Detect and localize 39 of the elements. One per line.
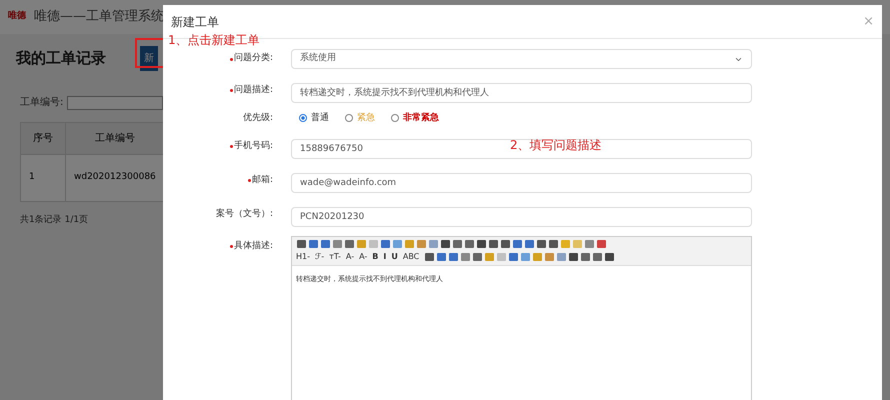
input-field[interactable]: 转档递交时，系统提示找不到代理机构和代理人 [291, 82, 752, 102]
toolbar-button[interactable]: I [383, 251, 386, 263]
new-button[interactable]: 新 [140, 46, 158, 71]
field-label: 具体描述: [234, 240, 273, 253]
toolbar-button[interactable]: H1- [296, 251, 310, 263]
input-field[interactable]: PCN20201230 [291, 207, 752, 227]
radio-label: 普通 [311, 112, 329, 124]
toolbar-button[interactable]: ABC [402, 251, 420, 263]
field-label: 问题描述: [234, 84, 273, 96]
table-cell: 1 [20, 154, 66, 201]
field-label: 问题分类: [234, 52, 273, 66]
field-label: 优先级: [242, 112, 273, 124]
toolbar-button[interactable]: A- [346, 251, 354, 263]
column-header: 序号 [20, 122, 66, 154]
field-label: 案号（文号）: [216, 208, 273, 221]
radio-button[interactable] [391, 114, 399, 122]
field-label: 手机号码: [234, 140, 273, 153]
radio-button[interactable] [345, 114, 353, 122]
pager-text: 共1条记录 1/1页 [20, 214, 88, 226]
field-label: 邮箱: [252, 174, 273, 187]
dropdown-value: 系统使用 [300, 52, 336, 66]
radio-label: 紧急 [357, 112, 375, 124]
radio-label: 非常紧急 [403, 112, 439, 124]
toolbar-button[interactable]: ℱ- [315, 251, 324, 263]
radio-button[interactable] [299, 114, 307, 122]
toolbar-button[interactable]: тT- [329, 251, 341, 263]
toolbar-button[interactable]: A- [359, 251, 368, 263]
category-dropdown[interactable]: 系统使用 [291, 49, 752, 69]
input-field[interactable]: wade@wadeinfo.com [291, 173, 752, 193]
search-field[interactable] [67, 96, 164, 110]
app-title: 唯德——工单管理系统 [34, 8, 164, 26]
toolbar-button[interactable]: B [372, 251, 378, 263]
search-label: 工单编号: [20, 96, 64, 110]
annotation-text: 2、填写问题描述 [510, 137, 602, 154]
logo: 唯德 [8, 10, 26, 24]
annotation-text: 1、点击新建工单 [168, 32, 260, 49]
toolbar-button[interactable]: U [391, 251, 398, 263]
dialog-title: 新建工单 [171, 14, 219, 30]
page-title: 我的工单记录 [16, 48, 106, 70]
